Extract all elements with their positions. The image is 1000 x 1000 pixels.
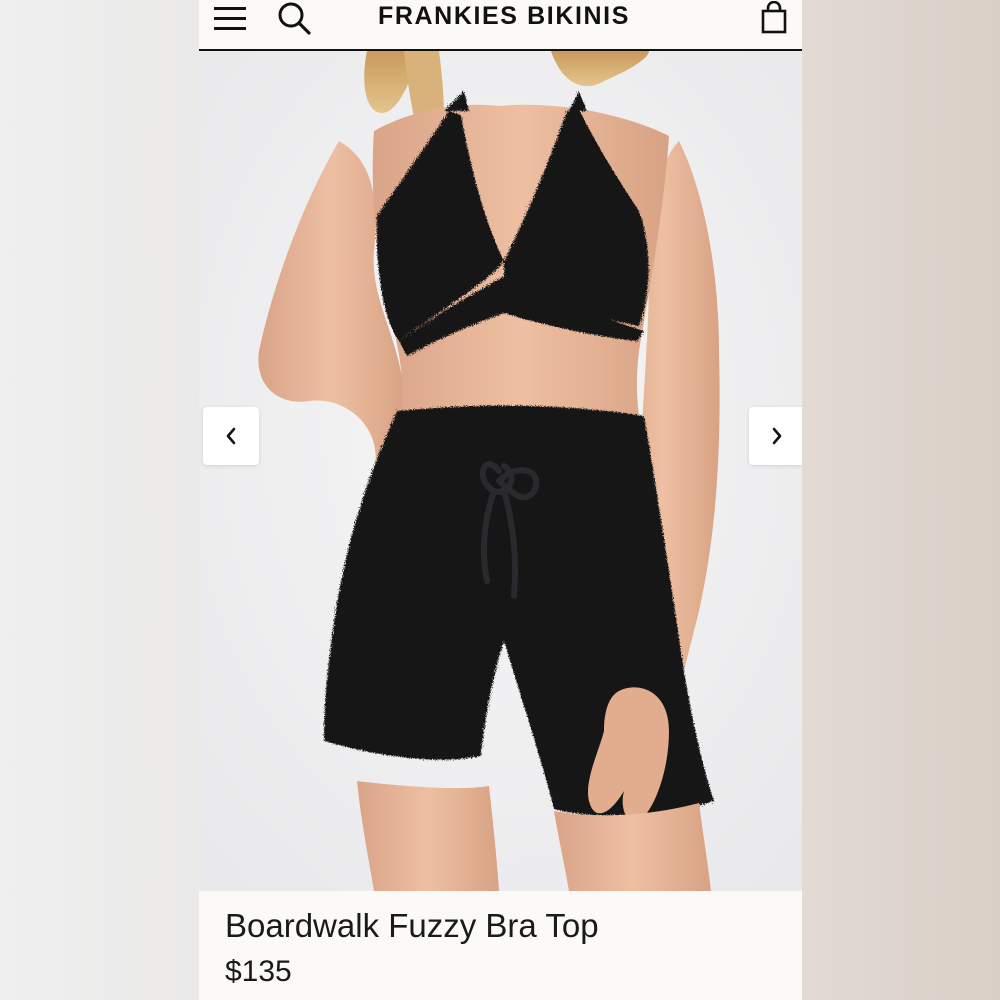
product-title: Boardwalk Fuzzy Bra Top: [225, 907, 599, 944]
menu-button[interactable]: [211, 0, 251, 36]
next-image-button[interactable]: [749, 407, 802, 465]
search-button[interactable]: [275, 0, 315, 36]
mobile-page: FRANKIES BIKINIS Boardwalk Fuzzy Bra Top…: [199, 0, 802, 1000]
previous-image-button[interactable]: [203, 407, 259, 465]
brand-logo[interactable]: FRANKIES BIKINIS: [349, 2, 659, 31]
chevron-right-icon: [772, 427, 782, 445]
product-info: Boardwalk Fuzzy Bra Top $135: [199, 891, 802, 1000]
shopping-bag-icon: [761, 1, 787, 34]
product-image: [199, 51, 802, 891]
product-image-gallery: [199, 51, 802, 891]
chevron-left-icon: [226, 427, 236, 445]
hamburger-menu-icon: [214, 7, 246, 30]
cart-button[interactable]: [754, 0, 794, 36]
search-icon: [278, 2, 311, 35]
site-header: FRANKIES BIKINIS: [199, 0, 802, 51]
product-price: $135: [225, 955, 292, 988]
